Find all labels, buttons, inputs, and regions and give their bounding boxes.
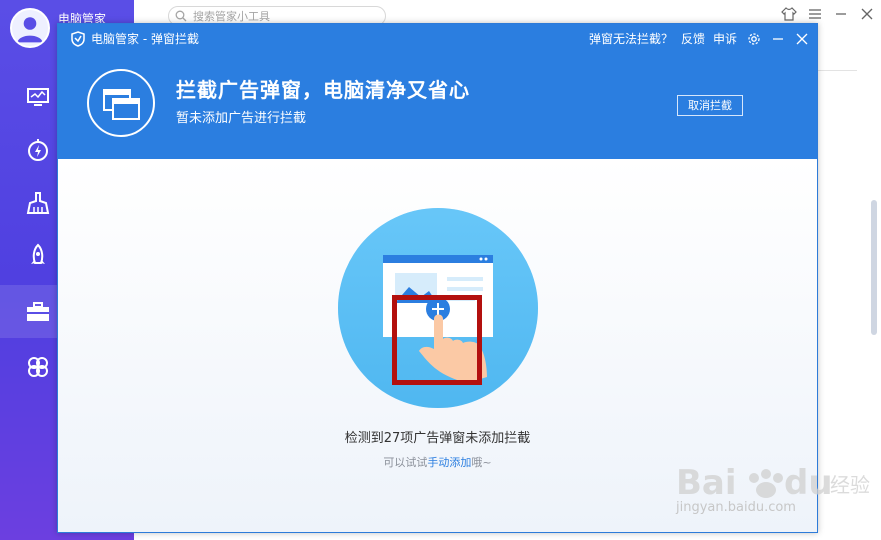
dialog-header: 电脑管家 - 弹窗拦截 弹窗无法拦截？ 反馈 申诉 拦截广告弹窗，电脑清净又省心… (58, 24, 817, 159)
cannot-block-link[interactable]: 弹窗无法拦截？ (589, 30, 673, 47)
user-avatar[interactable] (10, 8, 50, 48)
popup-windows-icon (87, 69, 155, 137)
feedback-link[interactable]: 反馈 (681, 30, 705, 47)
apps-icon (28, 356, 48, 377)
manual-add-link[interactable]: 手动添加 (427, 456, 471, 469)
monitor-icon (27, 87, 49, 106)
skin-icon[interactable] (781, 6, 797, 22)
svg-text:du: du (784, 463, 833, 503)
rocket-icon (31, 243, 45, 264)
toolbox-icon (27, 301, 49, 321)
dialog-title: 电脑管家 - 弹窗拦截 (91, 32, 199, 46)
watermark-url: jingyan.baidu.com (676, 500, 796, 515)
window-controls (781, 6, 875, 22)
svg-text:经验: 经验 (830, 473, 870, 497)
search-icon (175, 10, 187, 22)
settings-gear-icon[interactable] (747, 32, 761, 46)
svg-text:Bai: Bai (676, 463, 737, 503)
lightning-icon (28, 138, 48, 161)
shield-logo-icon (71, 30, 85, 47)
hint-suffix: 哦~ (471, 456, 492, 469)
close-icon[interactable] (795, 32, 809, 46)
close-icon[interactable] (859, 6, 875, 22)
divider (817, 70, 857, 71)
menu-icon[interactable] (807, 6, 823, 22)
hero-title: 拦截广告弹窗，电脑清净又省心 (176, 78, 470, 102)
baidu-watermark-logo: Bai du 经验 (676, 463, 870, 503)
dialog-title-bar: 电脑管家 - 弹窗拦截 (70, 30, 199, 47)
minimize-icon[interactable] (833, 6, 849, 22)
minimize-icon[interactable] (771, 32, 785, 46)
hero-subtitle: 暂未添加广告进行拦截 (176, 111, 307, 126)
desktop-root: 电脑管家 搜索管家小工具 电脑管家 - 弹窗拦截 弹窗无法拦截？ 反馈 申诉 拦… (0, 0, 881, 540)
detection-message: 检测到27项广告弹窗未添加拦截 (344, 431, 531, 446)
tutorial-highlight-box (392, 295, 482, 385)
complain-link[interactable]: 申诉 (713, 30, 737, 47)
search-placeholder: 搜索管家小工具 (193, 10, 270, 23)
cancel-blocking-button[interactable]: 取消拦截 (677, 95, 743, 116)
hint-prefix: 可以试试 (383, 456, 428, 469)
dialog-actions: 弹窗无法拦截？ 反馈 申诉 (581, 30, 809, 47)
scrollbar-thumb[interactable] (871, 200, 877, 335)
broom-icon (26, 191, 50, 214)
